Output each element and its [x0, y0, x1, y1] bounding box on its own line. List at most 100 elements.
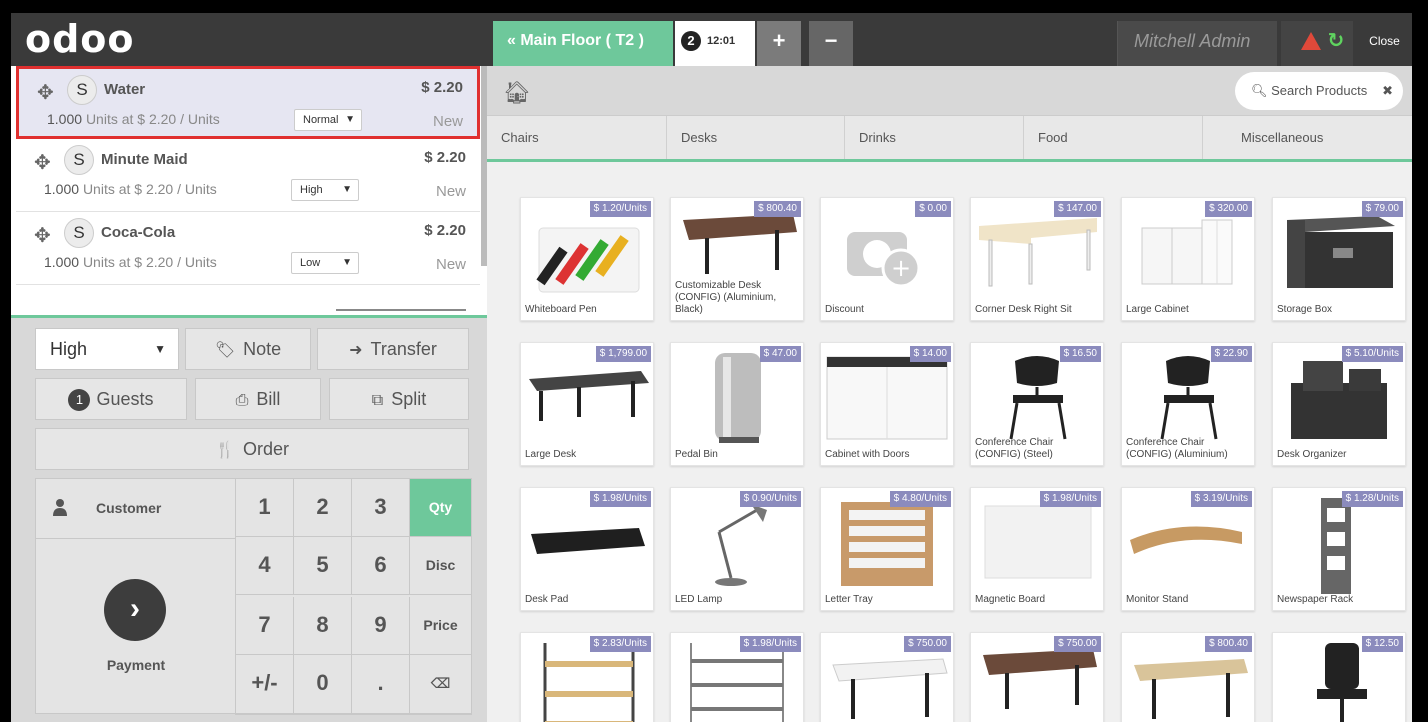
- line-unit-info: 1.000 Units at $ 2.20 / Units: [44, 254, 217, 270]
- numpad-mode-price[interactable]: Price: [410, 597, 472, 655]
- chevron-down-icon: ▼: [154, 342, 166, 356]
- product-card[interactable]: $ 800.40Customizable Desk (CONFIG) (Alum…: [1121, 632, 1255, 722]
- product-card[interactable]: $ 800.40Customizable Desk (CONFIG) (Alum…: [670, 197, 804, 321]
- product-card[interactable]: $ 16.50 Conference Chair (CONFIG) (Steel): [970, 342, 1104, 466]
- category-chairs[interactable]: Chairs: [487, 116, 667, 159]
- line-note-select[interactable]: Low ▼: [291, 252, 359, 274]
- seat-badge[interactable]: S: [64, 145, 94, 175]
- customer-button[interactable]: Customer: [36, 479, 236, 539]
- category-drinks[interactable]: Drinks: [845, 116, 1024, 159]
- product-card[interactable]: $ 320.00 Large Cabinet: [1121, 197, 1255, 321]
- left-pane: ✥ S Water $ 2.20 1.000 Units at $ 2.20 / Uni…: [11, 66, 487, 722]
- transfer-button[interactable]: ➜ Transfer: [317, 328, 469, 370]
- main-floor-button[interactable]: « Main Floor ( T2 ): [493, 21, 673, 66]
- product-card[interactable]: $ 4.80/Units Letter Tray: [820, 487, 954, 611]
- home-icon[interactable]: 🏠︎: [503, 80, 531, 106]
- product-card[interactable]: $ 5.10/Units Desk Organizer: [1272, 342, 1406, 466]
- numpad-key[interactable]: 5: [294, 537, 352, 595]
- top-bar: odoo « Main Floor ( T2 ) 2 12:01 + − Mitc…: [11, 13, 1412, 66]
- drag-handle-icon[interactable]: ✥: [34, 153, 51, 173]
- product-card[interactable]: $ 0.90/Units LED Lamp: [670, 487, 804, 611]
- product-card[interactable]: $ 147.00 Corner Desk Right Sit: [970, 197, 1104, 321]
- product-card[interactable]: $ 1.28/Units Newspaper Rack: [1272, 487, 1406, 611]
- product-card[interactable]: $ 750.00Customizable Desk: [820, 632, 954, 722]
- arrow-right-icon: ➜: [349, 342, 363, 359]
- category-desks[interactable]: Desks: [667, 116, 845, 159]
- delete-order-button[interactable]: −: [809, 21, 853, 66]
- line-note-value: Normal: [303, 114, 339, 126]
- line-status: New: [435, 183, 466, 200]
- product-card[interactable]: $ 1.98/Units Magnetic Board: [970, 487, 1104, 611]
- product-card[interactable]: $ 750.00Customizable Desk: [970, 632, 1104, 722]
- product-card[interactable]: $ 47.00 Pedal Bin: [670, 342, 804, 466]
- close-button[interactable]: Close: [1357, 21, 1412, 66]
- product-name: Desk Pad: [525, 594, 569, 605]
- warning-icon[interactable]: [1301, 32, 1321, 50]
- note-button[interactable]: 🏷 Note: [185, 328, 311, 370]
- numpad-key[interactable]: 0: [294, 655, 352, 715]
- seat-badge[interactable]: S: [64, 218, 94, 248]
- search-box[interactable]: 🔍︎ Search Products ✖: [1235, 72, 1403, 110]
- line-price: $ 2.20: [424, 222, 466, 239]
- numpad-key[interactable]: 2: [294, 479, 352, 537]
- order-button[interactable]: 🍴 Order: [35, 428, 469, 470]
- guests-button[interactable]: 1 Guests: [35, 378, 187, 420]
- product-price: $ 5.10/Units: [1341, 346, 1403, 362]
- product-price: $ 16.50: [1059, 346, 1101, 362]
- numpad-mode-disc[interactable]: Disc: [410, 537, 472, 595]
- numpad-key[interactable]: 9: [352, 597, 410, 655]
- numpad-key[interactable]: 3: [352, 479, 410, 537]
- pricelist-select[interactable]: High ▼: [35, 328, 179, 370]
- order-tab[interactable]: 2 12:01: [675, 21, 755, 66]
- product-card[interactable]: $ 22.90 Conference Chair (CONFIG) (Alumin…: [1121, 342, 1255, 466]
- product-name: Whiteboard Pen: [525, 304, 597, 315]
- drag-handle-icon[interactable]: ✥: [37, 83, 54, 103]
- sync-icon[interactable]: ↻: [1327, 21, 1344, 61]
- line-note-select[interactable]: Normal ▼: [294, 109, 362, 131]
- product-card[interactable]: $ 1,799.00 Large Desk: [520, 342, 654, 466]
- product-card[interactable]: $ 79.00 Storage Box: [1272, 197, 1406, 321]
- payment-button[interactable]: › Payment: [36, 539, 236, 715]
- product-price: $ 2.83/Units: [589, 636, 651, 652]
- line-unit-info: 1.000 Units at $ 2.20 / Units: [47, 111, 220, 127]
- clear-search-icon[interactable]: ✖: [1382, 72, 1393, 110]
- bill-button[interactable]: ⎙ Bill: [195, 378, 321, 420]
- new-order-button[interactable]: +: [757, 21, 801, 66]
- product-card[interactable]: $ 1.98/Units Desk Pad: [520, 487, 654, 611]
- order-line[interactable]: ✥ S Water $ 2.20 1.000 Units at $ 2.20 / Uni…: [16, 66, 480, 139]
- search-input[interactable]: Search Products: [1271, 83, 1367, 98]
- numpad-key[interactable]: 6: [352, 537, 410, 595]
- numpad-key[interactable]: 1: [236, 479, 294, 537]
- category-miscellaneous[interactable]: Miscellaneous: [1203, 116, 1412, 159]
- product-price: $ 1.98/Units: [739, 636, 801, 652]
- line-unit-text: Units at $ 2.20 / Units: [82, 181, 217, 197]
- product-card[interactable]: $ 3.19/Units Monitor Stand: [1121, 487, 1255, 611]
- backspace-icon[interactable]: ⌫: [410, 655, 472, 715]
- category-food[interactable]: Food: [1024, 116, 1203, 159]
- numpad-key[interactable]: +/-: [236, 655, 294, 715]
- chevron-down-icon: ▼: [342, 257, 352, 268]
- order-line[interactable]: ✥ S Coca-Cola $ 2.20 1.000 Units at $ 2.20 /…: [16, 212, 480, 285]
- product-card[interactable]: + $ 0.00 Discount: [820, 197, 954, 321]
- user-icon: [53, 499, 67, 516]
- product-card[interactable]: $ 2.83/Units: [520, 632, 654, 722]
- drag-handle-icon[interactable]: ✥: [34, 226, 51, 246]
- numpad-mode-qty[interactable]: Qty: [410, 479, 472, 537]
- tag-icon: 🏷: [214, 342, 236, 359]
- numpad-key[interactable]: 4: [236, 537, 294, 595]
- product-card[interactable]: $ 1.98/Units: [670, 632, 804, 722]
- guests-count-badge: 1: [68, 389, 91, 412]
- split-button[interactable]: ⧉ Split: [329, 378, 469, 420]
- line-note-select[interactable]: High ▼: [291, 179, 359, 201]
- product-card[interactable]: $ 14.00 Cabinet with Doors: [820, 342, 954, 466]
- numpad-key[interactable]: 8: [294, 597, 352, 655]
- print-icon: ⎙: [235, 392, 249, 409]
- numpad-key[interactable]: 7: [236, 597, 294, 655]
- seat-badge[interactable]: S: [67, 75, 97, 105]
- product-price: $ 800.40: [1205, 636, 1252, 652]
- order-line[interactable]: ✥ S Minute Maid $ 2.20 1.000 Units at $ 2.20…: [16, 139, 480, 212]
- product-card[interactable]: $ 1.20/Units Whiteboard Pen: [520, 197, 654, 321]
- product-card[interactable]: $ 12.50: [1272, 632, 1406, 722]
- numpad-key[interactable]: .: [352, 655, 410, 715]
- product-price: $ 1.98/Units: [1039, 491, 1101, 507]
